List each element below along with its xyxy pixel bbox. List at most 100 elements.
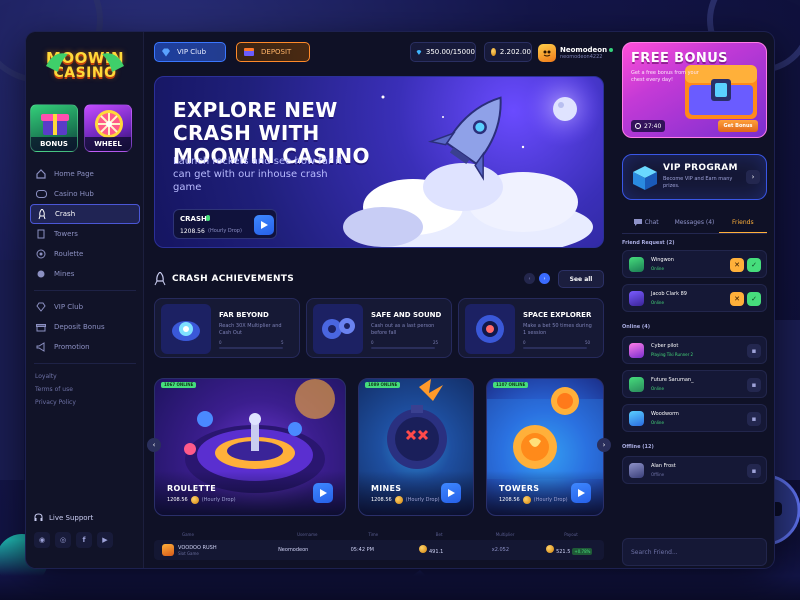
roulette-icon xyxy=(35,248,47,260)
play-icon xyxy=(447,489,455,497)
friend-name: Wingwon xyxy=(651,257,674,263)
user-profile[interactable]: Neomodeon neomodeon4222 xyxy=(538,42,628,64)
tab-friends[interactable]: Friends xyxy=(718,212,767,233)
play-button[interactable] xyxy=(441,483,461,503)
game-amount: 1208.56 xyxy=(371,497,392,503)
wheel-tile[interactable]: WHEEL xyxy=(84,104,132,152)
bonus-tile[interactable]: BONUS xyxy=(30,104,78,152)
nav-divider xyxy=(34,363,136,364)
deposit-button[interactable]: DEPOSIT xyxy=(236,42,310,62)
coin-icon xyxy=(190,496,199,504)
table-row[interactable]: VOODOO RUSH Slot Game Neomodeon 05:42 PM … xyxy=(154,540,604,560)
game-card-roulette[interactable]: 1067 ONLINE ROULETTE 1208.56 (Hourly Drop… xyxy=(154,378,346,516)
sidebar-item-roulette[interactable]: Roulette xyxy=(30,244,140,264)
sidebar-item-label: Crash xyxy=(55,210,76,218)
hero-game-card[interactable]: CRASH 1208.56 (Hourly Drop) xyxy=(173,209,277,239)
row-payout: 521.5 xyxy=(556,549,571,555)
bonus-tile-label: BONUS xyxy=(31,137,77,151)
diamond-icon xyxy=(162,48,170,56)
vip-club-label: VIP Club xyxy=(177,48,207,56)
sidebar-item-label: Deposit Bonus xyxy=(54,323,105,331)
achievements-header: CRASH ACHIEVEMENTS ‹ › See all xyxy=(154,270,604,290)
game-card-towers[interactable]: 1107 ONLINE TOWERS 1208.56 (Hourly Drop) xyxy=(486,378,604,516)
chat-bubble-icon[interactable]: ▪ xyxy=(747,378,761,392)
link-terms[interactable]: Terms of use xyxy=(26,383,144,396)
youtube-icon[interactable]: ▶ xyxy=(97,532,113,548)
gem-icon xyxy=(416,49,422,55)
sidebar-item-promotion[interactable]: Promotion xyxy=(30,337,140,357)
balance-value: 350.00/15000 xyxy=(425,48,475,56)
row-game-sub: Slot Game xyxy=(178,550,199,556)
online-badge: 1067 ONLINE xyxy=(161,382,197,388)
avatar xyxy=(629,343,644,358)
column-header: Username xyxy=(297,531,318,537)
sidebar-item-mines[interactable]: Mines xyxy=(30,264,140,284)
tab-label: Friends xyxy=(732,218,754,226)
sidebar-item-towers[interactable]: Towers xyxy=(30,224,140,244)
achievement-card[interactable]: SAFE AND SOUND Cash out as a last person… xyxy=(306,298,452,358)
play-button[interactable] xyxy=(313,483,333,503)
friend-item[interactable]: Future Saruman_ Online ▪ xyxy=(622,370,767,398)
carousel-prev-arrow-icon[interactable]: ‹ xyxy=(147,438,161,452)
brand-logo[interactable]: MOOWIN CASINO xyxy=(40,40,130,90)
vip-club-button[interactable]: VIP Club xyxy=(154,42,226,62)
prev-arrow-icon[interactable]: ‹ xyxy=(524,273,535,284)
play-button[interactable] xyxy=(571,483,591,503)
achievement-card[interactable]: SPACE EXPLORER Make a bet 50 times durin… xyxy=(458,298,604,358)
free-bonus-card[interactable]: FREE BONUS Get a free bonus from your ch… xyxy=(622,42,767,138)
decline-x-icon[interactable]: ✕ xyxy=(730,292,744,306)
discord-icon[interactable]: ◉ xyxy=(34,532,50,548)
next-arrow-icon[interactable]: › xyxy=(539,273,550,284)
achievement-card[interactable]: FAR BEYOND Reach 30X Multiplier and Cash… xyxy=(154,298,300,358)
chat-bubble-icon[interactable]: ▪ xyxy=(747,412,761,426)
balance-display[interactable]: 350.00/15000 xyxy=(410,42,476,62)
game-card-mines[interactable]: 1089 ONLINE MINES 1208.56 (Hourly Drop) xyxy=(358,378,474,516)
get-bonus-button[interactable]: Get Bonus xyxy=(718,120,758,132)
rocket-icon xyxy=(36,208,48,220)
chevron-right-icon[interactable]: › xyxy=(746,170,760,184)
achievement-name: FAR BEYOND xyxy=(219,311,269,319)
sidebar-item-label: Casino Hub xyxy=(54,190,94,198)
friend-status: Online xyxy=(651,300,664,305)
wheel-tile-label: WHEEL xyxy=(85,137,131,151)
friend-item[interactable]: Woodworm Online ▪ xyxy=(622,404,767,432)
friend-item[interactable]: Alan Frost Offline ▪ xyxy=(622,456,767,484)
avatar xyxy=(538,44,556,62)
rocket-icon xyxy=(154,272,166,286)
cell-time: 05:42 PM xyxy=(350,547,374,553)
column-header: Time xyxy=(368,531,379,537)
table-header: Game Username Time Bet Multiplier Payout xyxy=(154,528,604,540)
friend-request-item[interactable]: Wingwon Online ✕ ✓ xyxy=(622,250,767,278)
friend-name: Cyber pilot xyxy=(651,343,679,349)
gold-balance-display[interactable]: 2.202.00 xyxy=(484,42,532,62)
live-support-link[interactable]: Live Support xyxy=(34,513,93,522)
sidebar-item-label: VIP Club xyxy=(54,303,84,311)
sidebar-item-casino-hub[interactable]: Casino Hub xyxy=(30,184,140,204)
link-loyalty[interactable]: Loyalty xyxy=(26,370,144,383)
headset-icon xyxy=(34,513,43,521)
accept-check-icon[interactable]: ✓ xyxy=(747,258,761,272)
link-privacy[interactable]: Privacy Policy xyxy=(26,396,144,409)
game-amount-row: 1208.56 (Hourly Drop) xyxy=(499,496,568,504)
sidebar-item-home[interactable]: Home Page xyxy=(30,164,140,184)
sidebar-item-crash[interactable]: Crash xyxy=(30,204,140,224)
tab-messages[interactable]: Messages (4) xyxy=(670,212,718,233)
friend-request-item[interactable]: Jacob Clark 89 Online ✕ ✓ xyxy=(622,284,767,312)
space-cannon-icon xyxy=(161,304,211,354)
friend-item[interactable]: Cyber pilot Playing Tiki Runner 2 ▪ xyxy=(622,336,767,364)
see-all-button[interactable]: See all xyxy=(558,270,604,288)
sidebar-item-deposit-bonus[interactable]: Deposit Bonus xyxy=(30,317,140,337)
search-friend-input[interactable]: Search Friend... xyxy=(622,538,767,566)
friend-name: Future Saruman_ xyxy=(651,377,694,383)
vip-program-card[interactable]: VIP PROGRAM Become VIP and Earn many pri… xyxy=(622,154,767,200)
play-button[interactable] xyxy=(254,215,274,235)
tab-chat[interactable]: Chat xyxy=(622,212,670,233)
decline-x-icon[interactable]: ✕ xyxy=(730,258,744,272)
chat-bubble-icon[interactable]: ▪ xyxy=(747,344,761,358)
carousel-next-arrow-icon[interactable]: › xyxy=(597,438,611,452)
accept-check-icon[interactable]: ✓ xyxy=(747,292,761,306)
facebook-icon[interactable]: f xyxy=(76,532,92,548)
instagram-icon[interactable]: ◎ xyxy=(55,532,71,548)
chat-bubble-icon[interactable]: ▪ xyxy=(747,464,761,478)
sidebar-item-vip-club[interactable]: VIP Club xyxy=(30,297,140,317)
